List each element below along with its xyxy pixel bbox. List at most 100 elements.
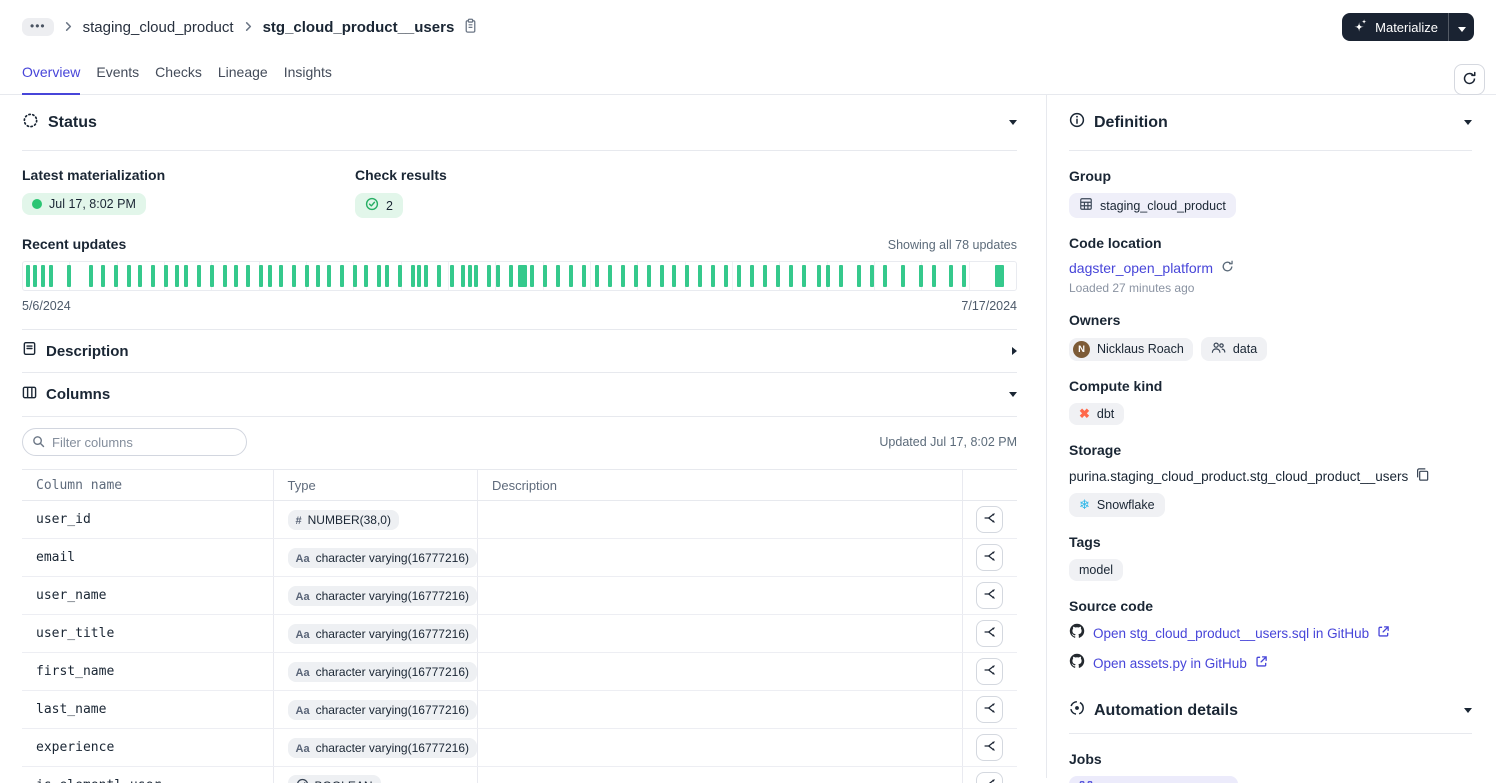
update-tick[interactable] — [127, 265, 132, 287]
update-tick[interactable] — [467, 265, 472, 287]
reload-code-location-button[interactable] — [1221, 260, 1234, 276]
open-in-lineage-button[interactable] — [976, 734, 1004, 761]
update-tick[interactable] — [268, 265, 273, 287]
update-tick[interactable] — [259, 265, 264, 287]
copy-asset-key-button[interactable] — [463, 18, 478, 37]
update-tick[interactable] — [66, 265, 71, 287]
update-tick[interactable] — [698, 265, 703, 287]
update-tick[interactable] — [839, 265, 844, 287]
update-tick[interactable] — [460, 265, 465, 287]
update-tick[interactable] — [826, 265, 831, 287]
update-tick[interactable] — [174, 265, 179, 287]
update-tick[interactable] — [376, 265, 381, 287]
update-tick[interactable] — [339, 265, 344, 287]
update-tick[interactable] — [352, 265, 357, 287]
update-tick[interactable] — [633, 265, 638, 287]
storage-platform-badge[interactable]: ❄ Snowflake — [1069, 493, 1165, 517]
update-tick[interactable] — [40, 265, 45, 287]
update-tick[interactable] — [183, 265, 188, 287]
open-in-lineage-button[interactable] — [976, 696, 1004, 723]
update-tick[interactable] — [711, 265, 716, 287]
update-tick[interactable] — [437, 265, 442, 287]
update-tick[interactable] — [817, 265, 822, 287]
update-tick[interactable] — [385, 265, 390, 287]
update-tick[interactable] — [305, 265, 309, 287]
refresh-button[interactable] — [1454, 64, 1485, 95]
copy-storage-path-button[interactable] — [1415, 467, 1430, 485]
collapse-definition-caret[interactable] — [1464, 120, 1472, 125]
update-tick[interactable] — [582, 265, 587, 287]
update-tick[interactable] — [315, 265, 320, 287]
update-tick[interactable] — [870, 265, 875, 287]
update-tick[interactable] — [775, 265, 780, 287]
compute-kind-badge[interactable]: ✖ dbt — [1069, 403, 1125, 425]
update-tick[interactable] — [949, 265, 954, 287]
open-in-lineage-button[interactable] — [976, 772, 1004, 783]
tab-checks[interactable]: Checks — [155, 58, 202, 95]
update-tick[interactable] — [659, 265, 664, 287]
update-tick[interactable] — [25, 265, 30, 287]
update-tick[interactable] — [363, 265, 368, 287]
update-tick[interactable] — [569, 265, 574, 287]
job-badge[interactable]: dbt_analytics_core_job — [1069, 776, 1238, 783]
latest-materialization-badge[interactable]: Jul 17, 8:02 PM — [22, 193, 146, 215]
update-tick[interactable] — [486, 265, 491, 287]
update-tick[interactable] — [495, 265, 500, 287]
open-in-lineage-button[interactable] — [976, 506, 1004, 533]
update-tick[interactable] — [620, 265, 625, 287]
update-tick[interactable] — [246, 265, 251, 287]
update-tick[interactable] — [685, 265, 690, 287]
source-code-link-sql[interactable]: Open stg_cloud_product__users.sql in Git… — [1093, 626, 1369, 641]
open-in-lineage-button[interactable] — [976, 582, 1004, 609]
collapse-columns-caret[interactable] — [1009, 392, 1017, 397]
update-tick[interactable] — [292, 265, 297, 287]
update-tick[interactable] — [762, 265, 767, 287]
update-tick[interactable] — [995, 265, 1005, 287]
update-tick[interactable] — [646, 265, 651, 287]
tab-overview[interactable]: Overview — [22, 58, 81, 95]
update-tick[interactable] — [530, 265, 535, 287]
update-tick[interactable] — [962, 265, 967, 287]
filter-columns-input[interactable] — [22, 428, 247, 456]
update-tick[interactable] — [607, 265, 612, 287]
breadcrumb-group-link[interactable]: staging_cloud_product — [83, 19, 234, 36]
open-in-lineage-button[interactable] — [976, 620, 1004, 647]
code-location-link[interactable]: dagster_open_platform — [1069, 260, 1213, 276]
update-tick[interactable] — [556, 265, 561, 287]
update-tick[interactable] — [931, 265, 936, 287]
update-tick[interactable] — [449, 265, 454, 287]
update-tick[interactable] — [138, 265, 143, 287]
update-tick[interactable] — [508, 265, 513, 287]
update-tick[interactable] — [209, 265, 214, 287]
tag-badge[interactable]: model — [1069, 559, 1124, 581]
update-tick[interactable] — [88, 265, 93, 287]
update-tick[interactable] — [900, 265, 905, 287]
source-code-link-assets[interactable]: Open assets.py in GitHub — [1093, 656, 1247, 671]
update-tick[interactable] — [749, 265, 754, 287]
update-tick[interactable] — [724, 265, 729, 287]
update-tick[interactable] — [473, 265, 478, 287]
open-in-lineage-button[interactable] — [976, 658, 1004, 685]
update-tick[interactable] — [672, 265, 677, 287]
owner-team-badge[interactable]: data — [1200, 337, 1268, 361]
update-tick[interactable] — [114, 265, 119, 287]
update-tick[interactable] — [32, 265, 37, 287]
collapse-status-caret[interactable] — [1009, 120, 1017, 125]
update-tick[interactable] — [424, 265, 429, 287]
expand-description-caret[interactable] — [1012, 347, 1017, 355]
collapse-automation-caret[interactable] — [1464, 708, 1472, 713]
materialize-button[interactable]: Materialize — [1342, 13, 1448, 41]
update-tick[interactable] — [517, 265, 527, 287]
materialize-dropdown-button[interactable] — [1448, 13, 1474, 41]
update-tick[interactable] — [882, 265, 887, 287]
check-results-badge[interactable]: 2 — [355, 193, 403, 218]
update-tick[interactable] — [196, 265, 201, 287]
tab-insights[interactable]: Insights — [284, 58, 332, 95]
open-in-lineage-button[interactable] — [976, 544, 1004, 571]
update-tick[interactable] — [222, 265, 227, 287]
update-tick[interactable] — [417, 265, 422, 287]
update-tick[interactable] — [411, 265, 416, 287]
recent-updates-strip[interactable] — [22, 261, 1017, 291]
update-tick[interactable] — [151, 265, 156, 287]
owner-user-badge[interactable]: N Nicklaus Roach — [1069, 337, 1193, 361]
